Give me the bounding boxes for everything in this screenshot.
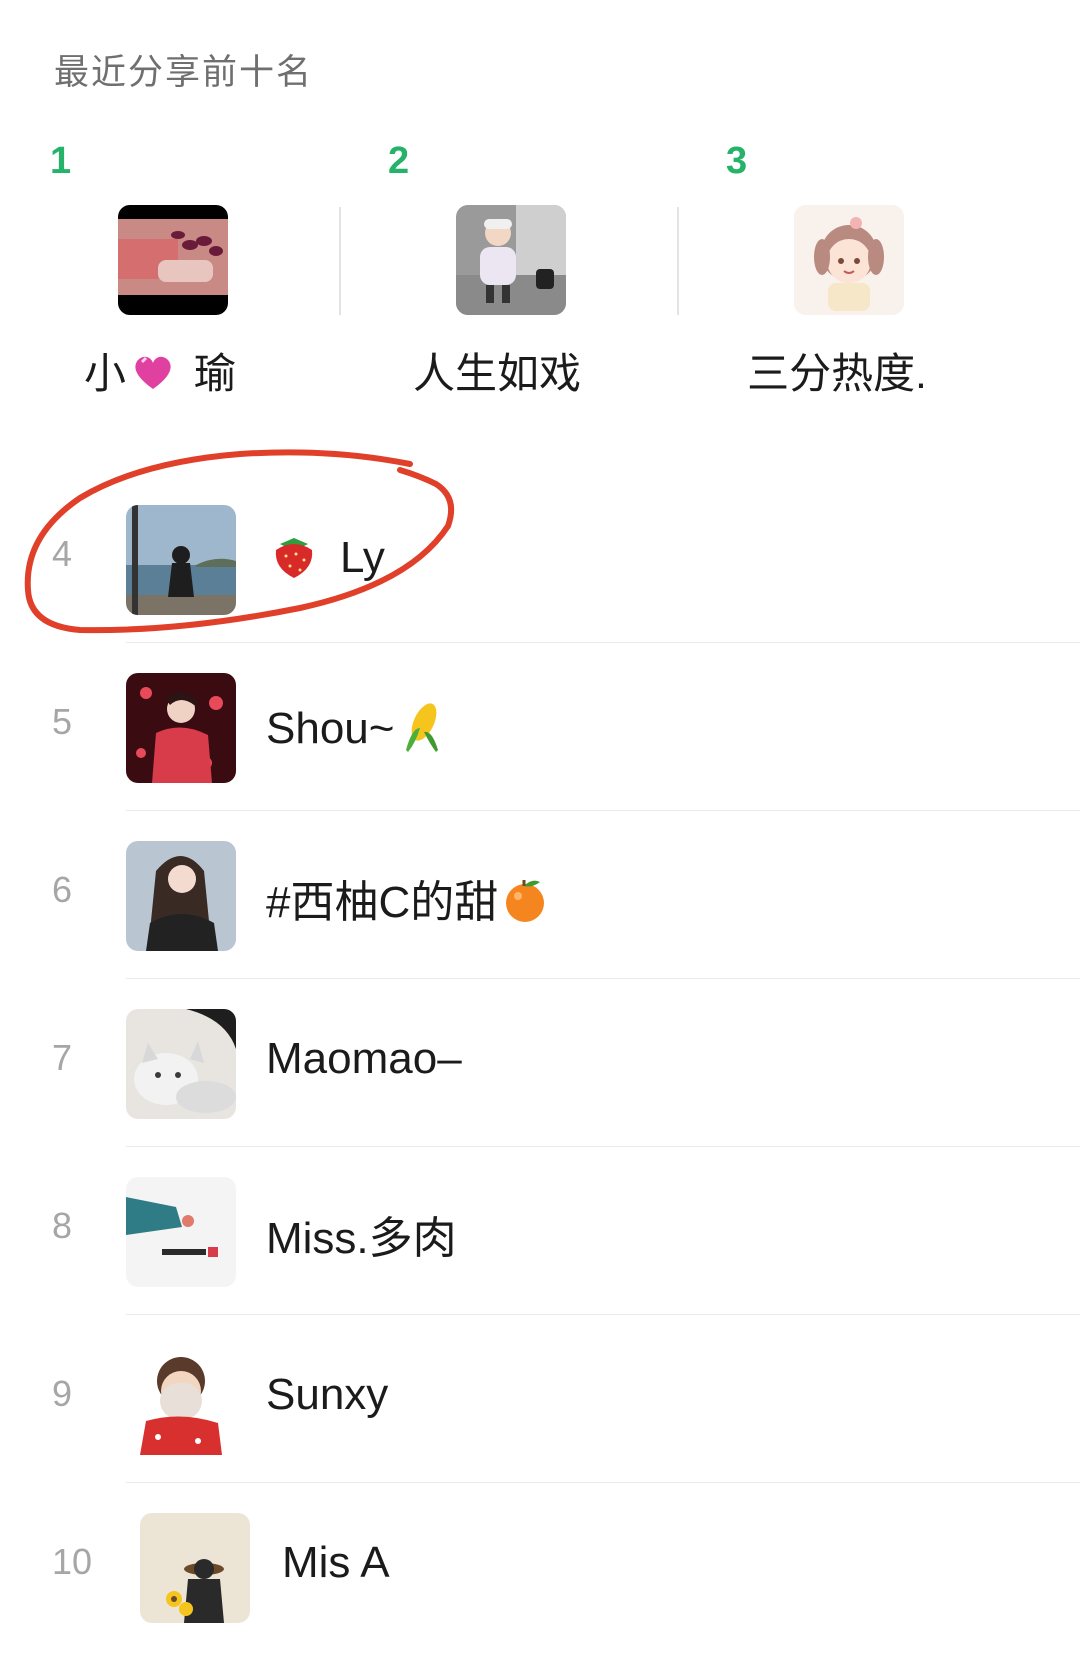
- avatar[interactable]: [794, 205, 904, 315]
- list-item[interactable]: 9 Sunxy: [0, 1315, 1080, 1483]
- fu-character-avatar-image: [126, 1345, 236, 1455]
- seaside-avatar-image: [126, 505, 236, 615]
- name-suffix: 瑜: [194, 350, 237, 397]
- user-name: Miss.多肉: [266, 1214, 457, 1263]
- rank-number: 5: [52, 701, 73, 742]
- rank-number: 4: [52, 533, 73, 574]
- avatar[interactable]: [126, 1177, 236, 1287]
- list-item[interactable]: 7 Maomao–: [0, 979, 1080, 1147]
- podium-divider: [677, 207, 679, 315]
- orange-icon: [502, 876, 548, 935]
- avatar[interactable]: [118, 205, 228, 315]
- avatar[interactable]: [126, 673, 236, 783]
- avatar[interactable]: [140, 1513, 250, 1623]
- sleeve-text-avatar-image: [126, 1177, 236, 1287]
- rank-number: 10: [52, 1541, 93, 1582]
- user-name: Shou~: [266, 698, 450, 765]
- name-text: Ly: [340, 533, 385, 583]
- rank-number: 7: [52, 1037, 73, 1078]
- avatar[interactable]: [456, 205, 566, 315]
- podium-name: 小瑜: [0, 340, 325, 405]
- nail-photo-avatar-image: [118, 205, 228, 315]
- name-text: Shou~: [266, 704, 395, 754]
- avatar[interactable]: [126, 1345, 236, 1455]
- avatar[interactable]: [126, 1009, 236, 1119]
- section-title: 最近分享前十名: [54, 53, 314, 92]
- user-name: Maomao–: [266, 1034, 462, 1083]
- podium: 1 小瑜 2 人生如戏 3 三分热度.: [0, 140, 1080, 410]
- rank-number: 9: [52, 1373, 73, 1414]
- podium-name: 人生如戏: [412, 350, 581, 397]
- podium-name: 三分热度.: [747, 350, 927, 397]
- avatar[interactable]: [126, 841, 236, 951]
- podium-item-3[interactable]: 3 三分热度.: [726, 140, 1056, 400]
- podium-rank: 1: [50, 140, 72, 182]
- list-item[interactable]: 6 #西柚C的甜: [0, 811, 1080, 979]
- rank-number: 8: [52, 1205, 73, 1246]
- name-text: #西柚C的甜: [266, 878, 499, 927]
- user-name: #西柚C的甜: [266, 866, 552, 935]
- sunflower-girl-avatar-image: [140, 1513, 250, 1623]
- corn-icon: [398, 698, 446, 765]
- woman-portrait-avatar-image: [126, 841, 236, 951]
- list-item[interactable]: 10 Mis A: [0, 1483, 1080, 1651]
- list-item[interactable]: 8 Miss.多肉: [0, 1147, 1080, 1315]
- list-item[interactable]: 5 Shou~: [0, 643, 1080, 811]
- podium-item-1[interactable]: 1 小 瑜: [50, 140, 380, 400]
- heart-icon: [130, 349, 176, 405]
- podium-divider: [339, 207, 341, 315]
- red-flowers-avatar-image: [126, 673, 236, 783]
- user-name: Mis A: [282, 1538, 390, 1587]
- list-item[interactable]: 4 Ly: [0, 475, 1080, 643]
- podium-rank: 3: [726, 140, 748, 182]
- anime-girl-avatar-image: [794, 205, 904, 315]
- podium-item-2[interactable]: 2 人生如戏: [388, 140, 718, 400]
- child-photo-avatar-image: [456, 205, 566, 315]
- rank-number: 6: [52, 869, 73, 910]
- podium-rank: 2: [388, 140, 410, 182]
- strawberry-icon: [270, 530, 318, 591]
- name-prefix: 小: [83, 350, 126, 397]
- avatar[interactable]: [126, 505, 236, 615]
- cat-avatar-image: [126, 1009, 236, 1119]
- ranking-list: 4 Ly 5 Shou~ 6 #西柚C的甜 7 Maomao– 8 Miss.多…: [0, 475, 1080, 1651]
- user-name: Ly: [266, 530, 385, 591]
- user-name: Sunxy: [266, 1370, 389, 1419]
